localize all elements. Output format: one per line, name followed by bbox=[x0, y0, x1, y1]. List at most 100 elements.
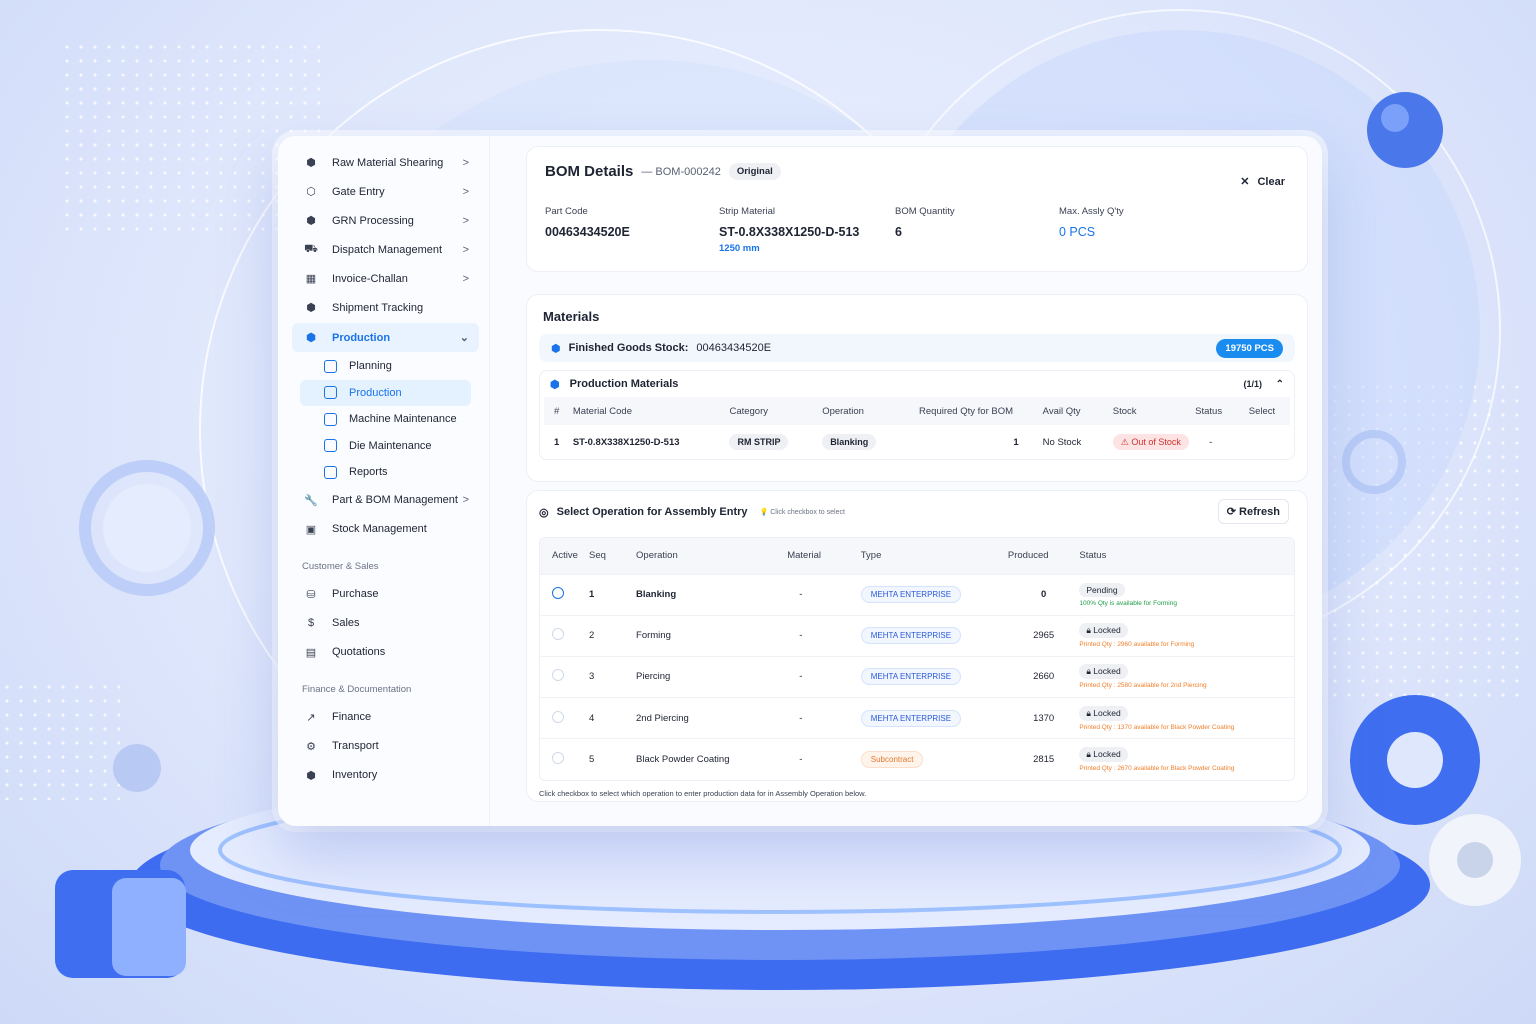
sidebar-subitem-label: Production bbox=[349, 386, 402, 399]
material-cell: - bbox=[787, 573, 861, 616]
type-tag: MEHTA ENTERPRISE bbox=[860, 627, 962, 645]
stock-label: Out of Stock bbox=[1131, 436, 1181, 447]
sidebar-subitem-machine-maintenance[interactable]: Machine Maintenance bbox=[300, 406, 479, 433]
sidebar-item-grn-processing[interactable]: ⬢ GRN Processing > bbox=[292, 206, 479, 235]
sidebar-item-label: Shipment Tracking bbox=[332, 301, 424, 314]
status-badge: Pending bbox=[1079, 582, 1125, 597]
column-header: Required Qty for BOM bbox=[919, 397, 1043, 425]
operation-cell: Piercing bbox=[636, 655, 788, 698]
calendar-icon bbox=[324, 412, 337, 426]
sidebar-item-transport[interactable]: ⚙ Transport bbox=[292, 732, 479, 761]
sidebar-item-invoice-challan[interactable]: ▦ Invoice-Challan > bbox=[292, 264, 479, 293]
sidebar-item-label: Invoice-Challan bbox=[332, 272, 408, 285]
select-radio[interactable] bbox=[552, 669, 564, 682]
material-cell: - bbox=[787, 697, 861, 739]
sidebar-item-purchase[interactable]: ⛁ Purchase bbox=[292, 580, 479, 609]
status-note: Printed Qty : 2960 available for Forming bbox=[1079, 641, 1195, 649]
produced-cell: 1370 bbox=[1007, 697, 1080, 739]
column-header: Status bbox=[1195, 397, 1249, 425]
clear-button[interactable]: ✕ Clear bbox=[1240, 175, 1285, 189]
strip-material-value: ST-0.8X338X1250-D-513 bbox=[719, 225, 860, 239]
sidebar-item-shipment-tracking[interactable]: ⬢ Shipment Tracking bbox=[292, 293, 479, 322]
produced-cell: 2815 bbox=[1007, 738, 1080, 780]
page-title: BOM Details bbox=[545, 163, 634, 180]
sidebar-subitem-reports[interactable]: Reports bbox=[300, 459, 479, 486]
active-cell bbox=[540, 655, 590, 698]
status-note: Printed Qty : 2670 available for Black P… bbox=[1079, 765, 1235, 773]
max-assly-label: Max. Assly Q'ty bbox=[1059, 206, 1124, 217]
dollar-icon: $ bbox=[307, 617, 315, 629]
table-row[interactable]: 5 Black Powder Coating - Subcontract 2815 🔒︎ … bbox=[540, 738, 1294, 780]
strip-material-label: Strip Material bbox=[719, 206, 775, 217]
status-label: Locked bbox=[1093, 749, 1121, 760]
target-icon: ◎ bbox=[539, 506, 549, 519]
operation-cell: Forming bbox=[636, 614, 788, 657]
column-header: Operation bbox=[822, 397, 920, 425]
material-code: ST-0.8X338X1250-D-513 bbox=[572, 436, 680, 448]
operation-cell: 2nd Piercing bbox=[636, 697, 788, 739]
hint-label: Click checkbox to select bbox=[770, 509, 845, 516]
select-radio[interactable] bbox=[552, 710, 564, 723]
finished-goods-bar: ⬢ Finished Goods Stock: 00463434520E 197… bbox=[539, 334, 1295, 362]
seq-cell: 5 bbox=[589, 738, 637, 780]
sidebar-item-dispatch-management[interactable]: ⛟ Dispatch Management > bbox=[292, 235, 479, 264]
type-cell: MEHTA ENTERPRISE bbox=[860, 697, 1008, 739]
select-radio[interactable] bbox=[552, 587, 564, 600]
chevron-up-icon[interactable]: ⌃ bbox=[1276, 379, 1284, 390]
sidebar-item-production[interactable]: ⬢ Production ⌄ bbox=[292, 323, 479, 352]
active-cell bbox=[540, 573, 590, 616]
column-header: Material bbox=[787, 538, 861, 574]
column-header: Status bbox=[1079, 538, 1294, 574]
select-cell[interactable] bbox=[1249, 425, 1290, 459]
part-code-label: Part Code bbox=[545, 206, 588, 217]
sidebar-item-quotations[interactable]: ▤ Quotations bbox=[292, 638, 479, 667]
sidebar-item-raw-material-shearing[interactable]: ⬢ Raw Material Shearing > bbox=[292, 148, 479, 177]
sidebar-item-inventory[interactable]: ⬢ Inventory bbox=[292, 761, 479, 790]
cube-icon: ⬢ bbox=[551, 342, 561, 355]
status-note: 100% Qty is available for Forming bbox=[1079, 599, 1177, 607]
sidebar-item-label: Inventory bbox=[332, 769, 378, 781]
type-cell: MEHTA ENTERPRISE bbox=[860, 614, 1008, 657]
chevron-right-icon: > bbox=[462, 214, 469, 227]
close-icon: ✕ bbox=[1240, 176, 1250, 188]
table-row[interactable]: 1 ST-0.8X338X1250-D-513 RM STRIP Blankin… bbox=[544, 425, 1290, 459]
sidebar-subitem-label: Die Maintenance bbox=[349, 439, 432, 452]
status-note: Printed Qty : 2580 available for 2nd Pie… bbox=[1079, 682, 1207, 690]
column-header: Stock bbox=[1112, 397, 1196, 425]
column-header: Seq bbox=[589, 538, 637, 574]
select-radio[interactable] bbox=[552, 752, 564, 765]
calendar-icon bbox=[324, 439, 337, 453]
operation-cell: Blanking bbox=[636, 573, 788, 616]
sidebar-item-label: Sales bbox=[332, 617, 360, 629]
status-cell: 🔒︎ Locked Printed Qty : 2580 available fo… bbox=[1079, 655, 1294, 698]
status-label: Locked bbox=[1093, 625, 1121, 636]
sidebar-item-stock-management[interactable]: ▣ Stock Management bbox=[292, 515, 479, 544]
table-row[interactable]: 1 Blanking - MEHTA ENTERPRISE 0 Pending 100% Q… bbox=[540, 573, 1294, 616]
production-materials-header[interactable]: ⬢ Production Materials (1/1) ⌃ bbox=[540, 371, 1294, 397]
sidebar-item-sales[interactable]: $ Sales bbox=[292, 609, 479, 638]
type-cell: Subcontract bbox=[860, 738, 1008, 780]
chevron-right-icon: > bbox=[462, 243, 469, 256]
table-row[interactable]: 2 Forming - MEHTA ENTERPRISE 2965 🔒︎ Locked Pr… bbox=[540, 614, 1294, 657]
row-number: 1 bbox=[554, 436, 560, 448]
select-radio[interactable] bbox=[552, 628, 564, 641]
refresh-button[interactable]: ⟳ Refresh bbox=[1217, 499, 1289, 524]
seq-cell: 1 bbox=[589, 573, 637, 616]
status-cell: - bbox=[1209, 436, 1213, 448]
avail-qty: No Stock bbox=[1042, 436, 1082, 448]
sidebar-item-gate-entry[interactable]: ⬡ Gate Entry > bbox=[292, 177, 479, 206]
sidebar-subitem-production[interactable]: Production bbox=[300, 379, 471, 406]
sidebar-subitem-die-maintenance[interactable]: Die Maintenance bbox=[300, 433, 479, 460]
refresh-icon: ⟳ bbox=[1226, 506, 1236, 518]
operation-cell: Black Powder Coating bbox=[636, 738, 788, 780]
active-cell bbox=[540, 738, 590, 780]
sidebar-subitem-planning[interactable]: Planning bbox=[300, 353, 479, 380]
status-label: Locked bbox=[1093, 707, 1121, 718]
table-row[interactable]: 4 2nd Piercing - MEHTA ENTERPRISE 1370 🔒︎ Loc… bbox=[540, 697, 1294, 739]
column-header: Select bbox=[1248, 397, 1290, 425]
sidebar-item-finance[interactable]: ↗ Finance bbox=[292, 703, 479, 732]
sidebar-item-part-bom-management[interactable]: 🔧 Part & BOM Management > bbox=[292, 486, 479, 515]
table-row[interactable]: 3 Piercing - MEHTA ENTERPRISE 2660 🔒︎ Locked P… bbox=[540, 655, 1294, 698]
cube-icon: ⬢ bbox=[306, 302, 316, 314]
operation-tag: Blanking bbox=[822, 433, 877, 450]
